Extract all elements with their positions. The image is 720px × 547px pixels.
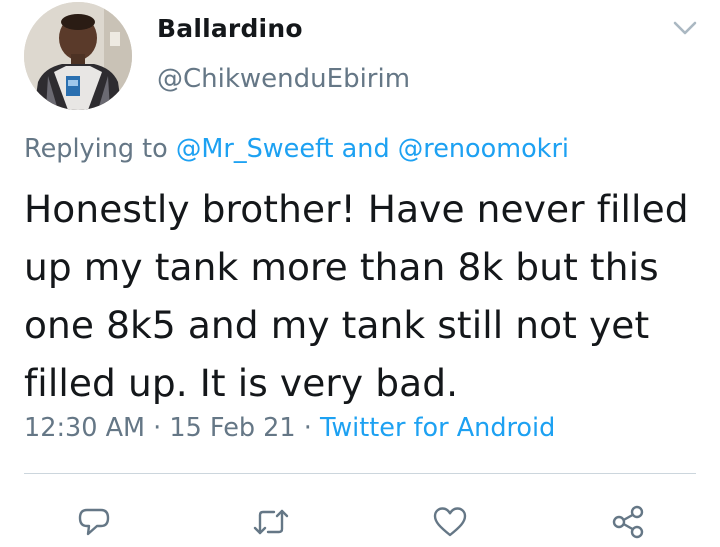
tweet-text-line: up my tank more than 8k but this xyxy=(24,245,659,289)
chevron-down-icon[interactable] xyxy=(671,18,699,38)
user-handle[interactable]: @ChikwenduEbirim xyxy=(157,64,410,94)
tweet-text-line: Honestly brother! Have never filled xyxy=(24,187,689,231)
share-button[interactable] xyxy=(606,500,650,544)
tweet-text-line: one 8k5 and my tank still not yet xyxy=(24,303,650,347)
mention-conjunction[interactable]: and xyxy=(342,134,390,164)
meta-separator: · xyxy=(303,413,312,443)
mention-link[interactable]: @Mr_Sweeft xyxy=(176,134,334,164)
retweet-button[interactable] xyxy=(249,500,293,544)
retweet-icon xyxy=(253,509,289,535)
replying-to: Replying to @Mr_Sweeft and @renoomokri xyxy=(24,134,569,164)
meta-separator: · xyxy=(153,413,162,443)
display-name[interactable]: Ballardino xyxy=(157,14,303,43)
tweet-text: Honestly brother! Have never filled up m… xyxy=(24,180,714,412)
mention-link[interactable]: @renoomokri xyxy=(398,134,569,164)
avatar[interactable] xyxy=(24,2,132,110)
tweet-date: 15 Feb 21 xyxy=(169,413,296,443)
like-icon xyxy=(433,507,467,537)
share-icon xyxy=(612,505,644,539)
like-button[interactable] xyxy=(428,500,472,544)
tweet-time: 12:30 AM xyxy=(24,413,146,443)
divider xyxy=(24,473,696,474)
tweet-source-link[interactable]: Twitter for Android xyxy=(320,413,555,443)
tweet-text-line: filled up. It is very bad. xyxy=(24,361,459,405)
replying-to-label: Replying to xyxy=(24,134,168,164)
tweet-metadata: 12:30 AM · 15 Feb 21 · Twitter for Andro… xyxy=(24,413,555,443)
avatar-photo xyxy=(24,2,132,110)
reply-icon xyxy=(78,508,110,536)
reply-button[interactable] xyxy=(72,500,116,544)
